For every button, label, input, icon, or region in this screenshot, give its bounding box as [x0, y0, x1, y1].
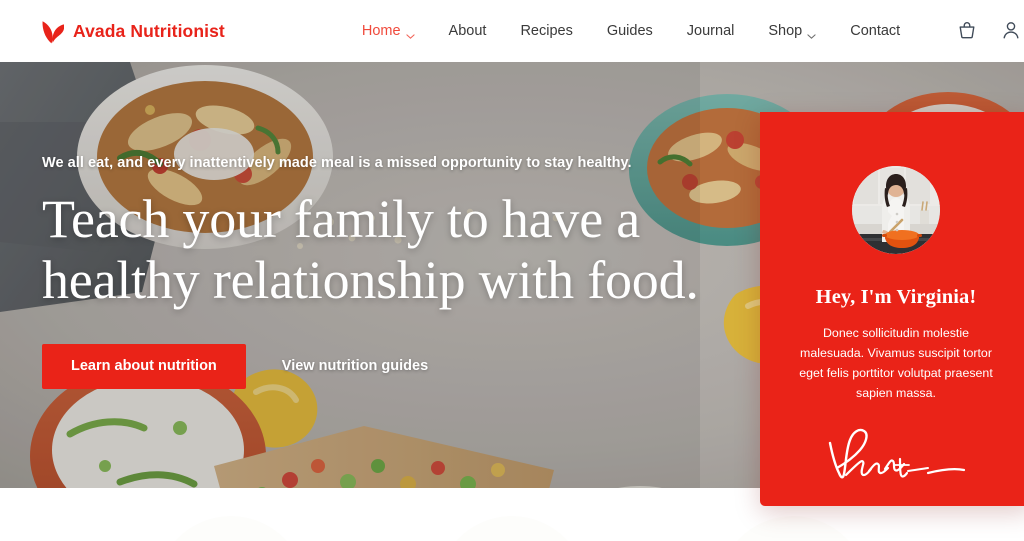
- nav-item-home[interactable]: Home: [345, 24, 432, 39]
- hero-content: We all eat, and every inattentively made…: [42, 62, 722, 488]
- hero-cta-row: Learn about nutrition View nutrition gui…: [42, 344, 722, 389]
- signature-image: [816, 425, 976, 497]
- learn-about-nutrition-button[interactable]: Learn about nutrition: [42, 344, 246, 389]
- feature-item[interactable]: [412, 516, 612, 541]
- nav-item-journal[interactable]: Journal: [670, 24, 752, 39]
- nav-label-guides: Guides: [606, 22, 653, 39]
- brand-logo[interactable]: Avada Nutritionist: [40, 18, 225, 44]
- nav-label-home: Home: [361, 22, 401, 39]
- feature-image-circle: [718, 516, 869, 541]
- hero-headline: Teach your family to have a healthy rela…: [42, 189, 699, 310]
- nav-label-contact: Contact: [850, 22, 901, 39]
- view-nutrition-guides-link[interactable]: View nutrition guides: [282, 359, 428, 374]
- main-navigation: Home About Recipes Guides Journal Shop C…: [345, 24, 917, 39]
- nav-item-recipes[interactable]: Recipes: [503, 24, 589, 39]
- nav-item-guides[interactable]: Guides: [590, 24, 670, 39]
- nav-item-shop[interactable]: Shop: [751, 24, 833, 39]
- page-root: Avada Nutritionist Home About Recipes Gu…: [0, 0, 1024, 541]
- profile-card-body: Donec sollicitudin molestie malesuada. V…: [799, 326, 993, 401]
- chevron-down-icon: [405, 28, 415, 39]
- user-account-icon[interactable]: [1000, 19, 1022, 43]
- nav-label-shop: Shop: [768, 22, 803, 39]
- feature-image-circle: [436, 516, 587, 541]
- site-header: Avada Nutritionist Home About Recipes Gu…: [0, 0, 1024, 62]
- profile-card: Hey, I'm Virginia! Donec sollicitudin mo…: [760, 112, 1024, 506]
- feature-item[interactable]: [131, 516, 331, 541]
- brand-name: Avada Nutritionist: [73, 20, 225, 41]
- feature-item[interactable]: [693, 516, 893, 541]
- nav-item-about[interactable]: About: [432, 24, 504, 39]
- shopping-basket-icon[interactable]: [956, 19, 978, 43]
- nav-label-recipes: Recipes: [520, 22, 573, 39]
- nav-item-contact[interactable]: Contact: [833, 24, 917, 39]
- avatar: [852, 166, 940, 254]
- hero-eyebrow: We all eat, and every inattentively made…: [42, 155, 632, 172]
- profile-card-title: Hey, I'm Virginia!: [815, 286, 977, 308]
- feature-image-circle: [155, 516, 306, 541]
- nav-label-about: About: [448, 22, 487, 39]
- header-icon-group: [956, 0, 1024, 62]
- chevron-down-icon: [807, 28, 816, 39]
- leaf-icon: [40, 18, 65, 44]
- nav-label-journal: Journal: [686, 22, 735, 39]
